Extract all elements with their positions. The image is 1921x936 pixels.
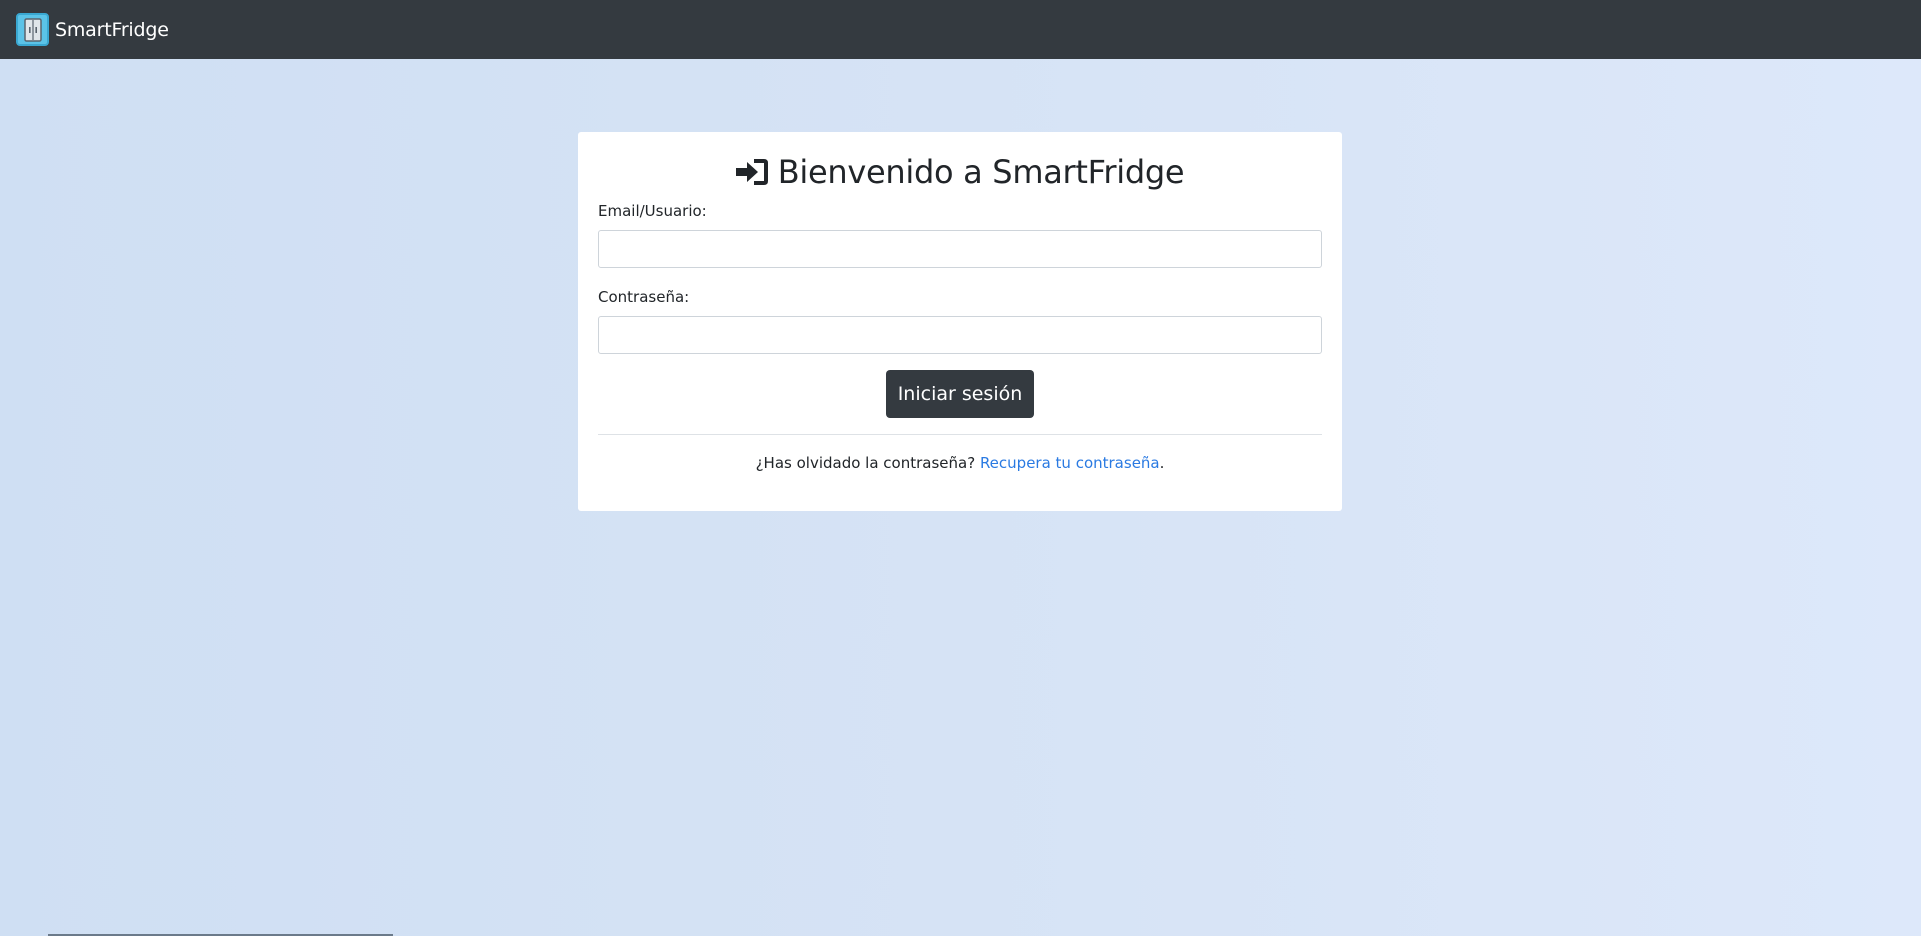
forgot-password-text: ¿Has olvidado la contraseña? Recupera tu… bbox=[598, 454, 1322, 472]
password-label: Contraseña: bbox=[598, 288, 690, 306]
sign-in-icon bbox=[735, 157, 770, 187]
top-navbar: SmartFridge bbox=[0, 0, 1921, 59]
email-label: Email/Usuario: bbox=[598, 202, 707, 220]
login-card: Bienvenido a SmartFridge Email/Usuario: … bbox=[578, 132, 1342, 511]
recover-password-link[interactable]: Recupera tu contraseña bbox=[980, 454, 1160, 472]
email-field[interactable] bbox=[598, 230, 1322, 268]
page-title-text: Bienvenido a SmartFridge bbox=[777, 153, 1185, 191]
page-title: Bienvenido a SmartFridge bbox=[598, 132, 1322, 192]
brand-name[interactable]: SmartFridge bbox=[55, 19, 169, 41]
divider bbox=[598, 434, 1322, 435]
recover-suffix: . bbox=[1159, 454, 1165, 472]
login-button[interactable]: Iniciar sesión bbox=[886, 370, 1034, 418]
forgot-password-question: ¿Has olvidado la contraseña? bbox=[755, 454, 980, 472]
password-field[interactable] bbox=[598, 316, 1322, 354]
fridge-icon[interactable] bbox=[16, 13, 49, 46]
